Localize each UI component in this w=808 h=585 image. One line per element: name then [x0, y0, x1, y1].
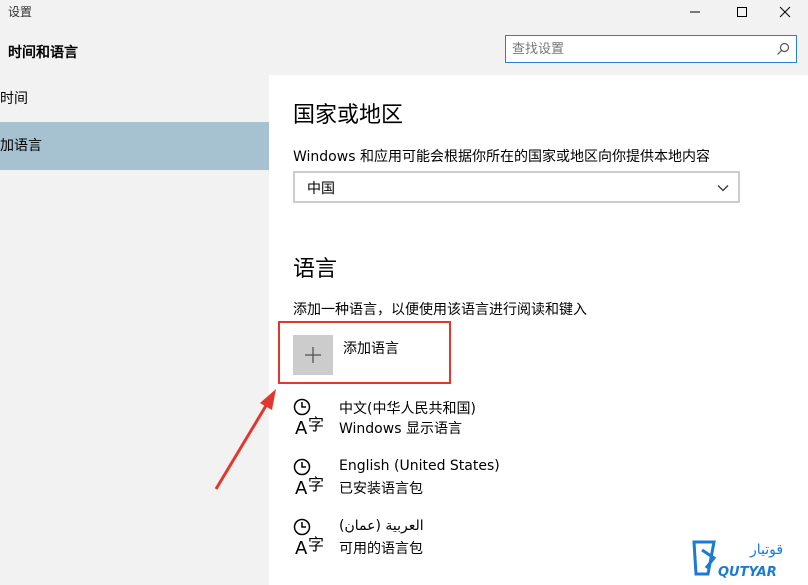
- settings-header: 时间和语言: [0, 30, 808, 75]
- page-title: 时间和语言: [8, 45, 78, 61]
- language-name: العربية (عمان): [339, 518, 424, 534]
- plus-icon: [305, 347, 321, 363]
- sidebar-item-language[interactable]: 加语言: [0, 122, 269, 170]
- svg-text:A: A: [295, 538, 308, 558]
- svg-text:字: 字: [308, 415, 324, 434]
- search-box[interactable]: [505, 35, 797, 63]
- minimize-icon: [690, 11, 700, 13]
- window-title: 设置: [8, 5, 33, 19]
- search-icon[interactable]: [776, 42, 790, 56]
- svg-text:字: 字: [308, 475, 324, 494]
- sidebar-item-time[interactable]: 时间: [0, 75, 269, 123]
- add-language-label[interactable]: 添加语言: [343, 338, 399, 358]
- language-icon: A 字: [293, 518, 324, 558]
- maximize-button[interactable]: [719, 0, 765, 24]
- language-description: 添加一种语言，以便使用该语言进行阅读和键入: [293, 302, 587, 318]
- close-button[interactable]: [762, 0, 808, 24]
- title-bar: 设置: [0, 0, 808, 30]
- svg-text:字: 字: [308, 535, 324, 554]
- maximize-icon: [737, 7, 747, 17]
- language-icon: A 字: [293, 398, 324, 438]
- search-input[interactable]: [512, 39, 767, 59]
- svg-text:A: A: [295, 478, 308, 498]
- svg-text:A: A: [295, 418, 308, 438]
- region-heading: 国家或地区: [293, 103, 404, 128]
- sidebar-item-label: 加语言: [0, 138, 42, 154]
- minimize-button[interactable]: [672, 0, 718, 24]
- add-language-button[interactable]: [293, 335, 333, 375]
- language-status: 已安装语言包: [339, 481, 423, 497]
- sidebar-item-label: 时间: [0, 91, 28, 107]
- language-status: 可用的语言包: [339, 541, 423, 557]
- language-item-arabic[interactable]: A 字 العربية (عمان) 可用的语言包: [293, 518, 593, 564]
- language-item-english[interactable]: A 字 English (United States) 已安装语言包: [293, 458, 593, 504]
- qutyar-logo: QUTYAR قوتيار: [692, 540, 783, 580]
- language-status: Windows 显示语言: [339, 421, 462, 437]
- main-content: 国家或地区 Windows 和应用可能会根据你所在的国家或地区向你提供本地内容 …: [269, 75, 808, 585]
- annotation-arrow: [214, 389, 276, 490]
- region-selected-value: 中国: [307, 181, 335, 197]
- close-icon: [779, 6, 791, 18]
- chevron-down-icon: [717, 185, 729, 192]
- logo-text: QUTYAR: [718, 565, 777, 580]
- language-name: English (United States): [339, 458, 500, 474]
- language-icon: A 字: [293, 458, 324, 498]
- language-name: 中文(中华人民共和国): [339, 401, 476, 417]
- language-item-chinese[interactable]: A 字 中文(中华人民共和国) Windows 显示语言: [293, 398, 593, 444]
- region-description: Windows 和应用可能会根据你所在的国家或地区向你提供本地内容: [293, 149, 710, 165]
- language-heading: 语言: [293, 257, 338, 282]
- region-select[interactable]: 中国: [293, 171, 740, 203]
- sidebar: 时间 加语言: [0, 75, 269, 585]
- logo-arabic: قوتيار: [749, 542, 783, 558]
